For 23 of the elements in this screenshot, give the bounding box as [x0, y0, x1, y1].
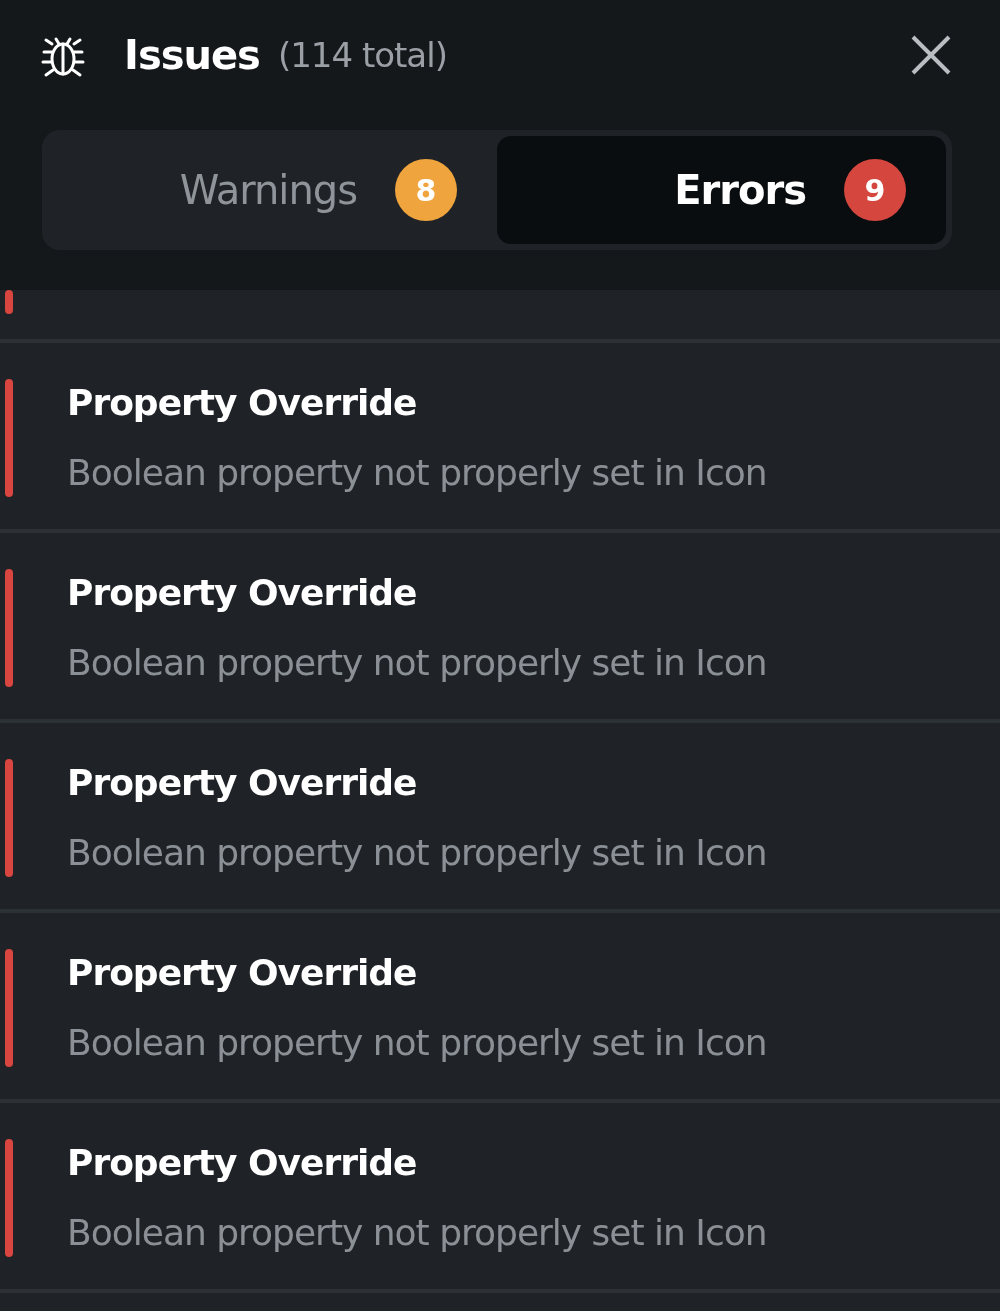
issue-title: Property Override: [67, 381, 418, 425]
issue-title: Property Override: [67, 761, 418, 805]
issue-total: (114 total): [277, 35, 447, 75]
issue-description: Boolean property not properly set in Icon: [67, 1021, 767, 1065]
issue-description: Boolean property not properly set in Icon: [67, 831, 767, 875]
issue-row[interactable]: Property Override Boolean property not properly set in Icon: [0, 1103, 1000, 1293]
issue-title: Property Override: [67, 571, 418, 615]
tab[interactable]: Warnings 8: [48, 136, 497, 244]
issue-description: Boolean property not properly set in Icon: [67, 1211, 767, 1255]
issue-row[interactable]: Property Override Boolean property not properly set in Icon: [0, 343, 1000, 533]
issue-description: Boolean property not properly set in Icon: [67, 451, 767, 495]
issue-row[interactable]: Property Override Boolean property not properly set in Icon: [0, 533, 1000, 723]
issue-description: Boolean property not properly set in Icon: [67, 641, 767, 685]
issue-title: Property Override: [67, 951, 418, 995]
panel-title: Issues: [124, 32, 260, 78]
severity-bar: [5, 290, 13, 314]
issue-title: Property Override: [67, 1141, 418, 1185]
count-badge: 8: [395, 159, 457, 221]
close-button[interactable]: [910, 34, 952, 76]
issue-row[interactable]: Property Override Boolean property not properly set in Icon: [0, 913, 1000, 1103]
tab[interactable]: Errors 9: [497, 136, 946, 244]
count-badge: 9: [844, 159, 906, 221]
issue-row[interactable]: Property Override Boolean property not properly set in Icon: [0, 723, 1000, 913]
